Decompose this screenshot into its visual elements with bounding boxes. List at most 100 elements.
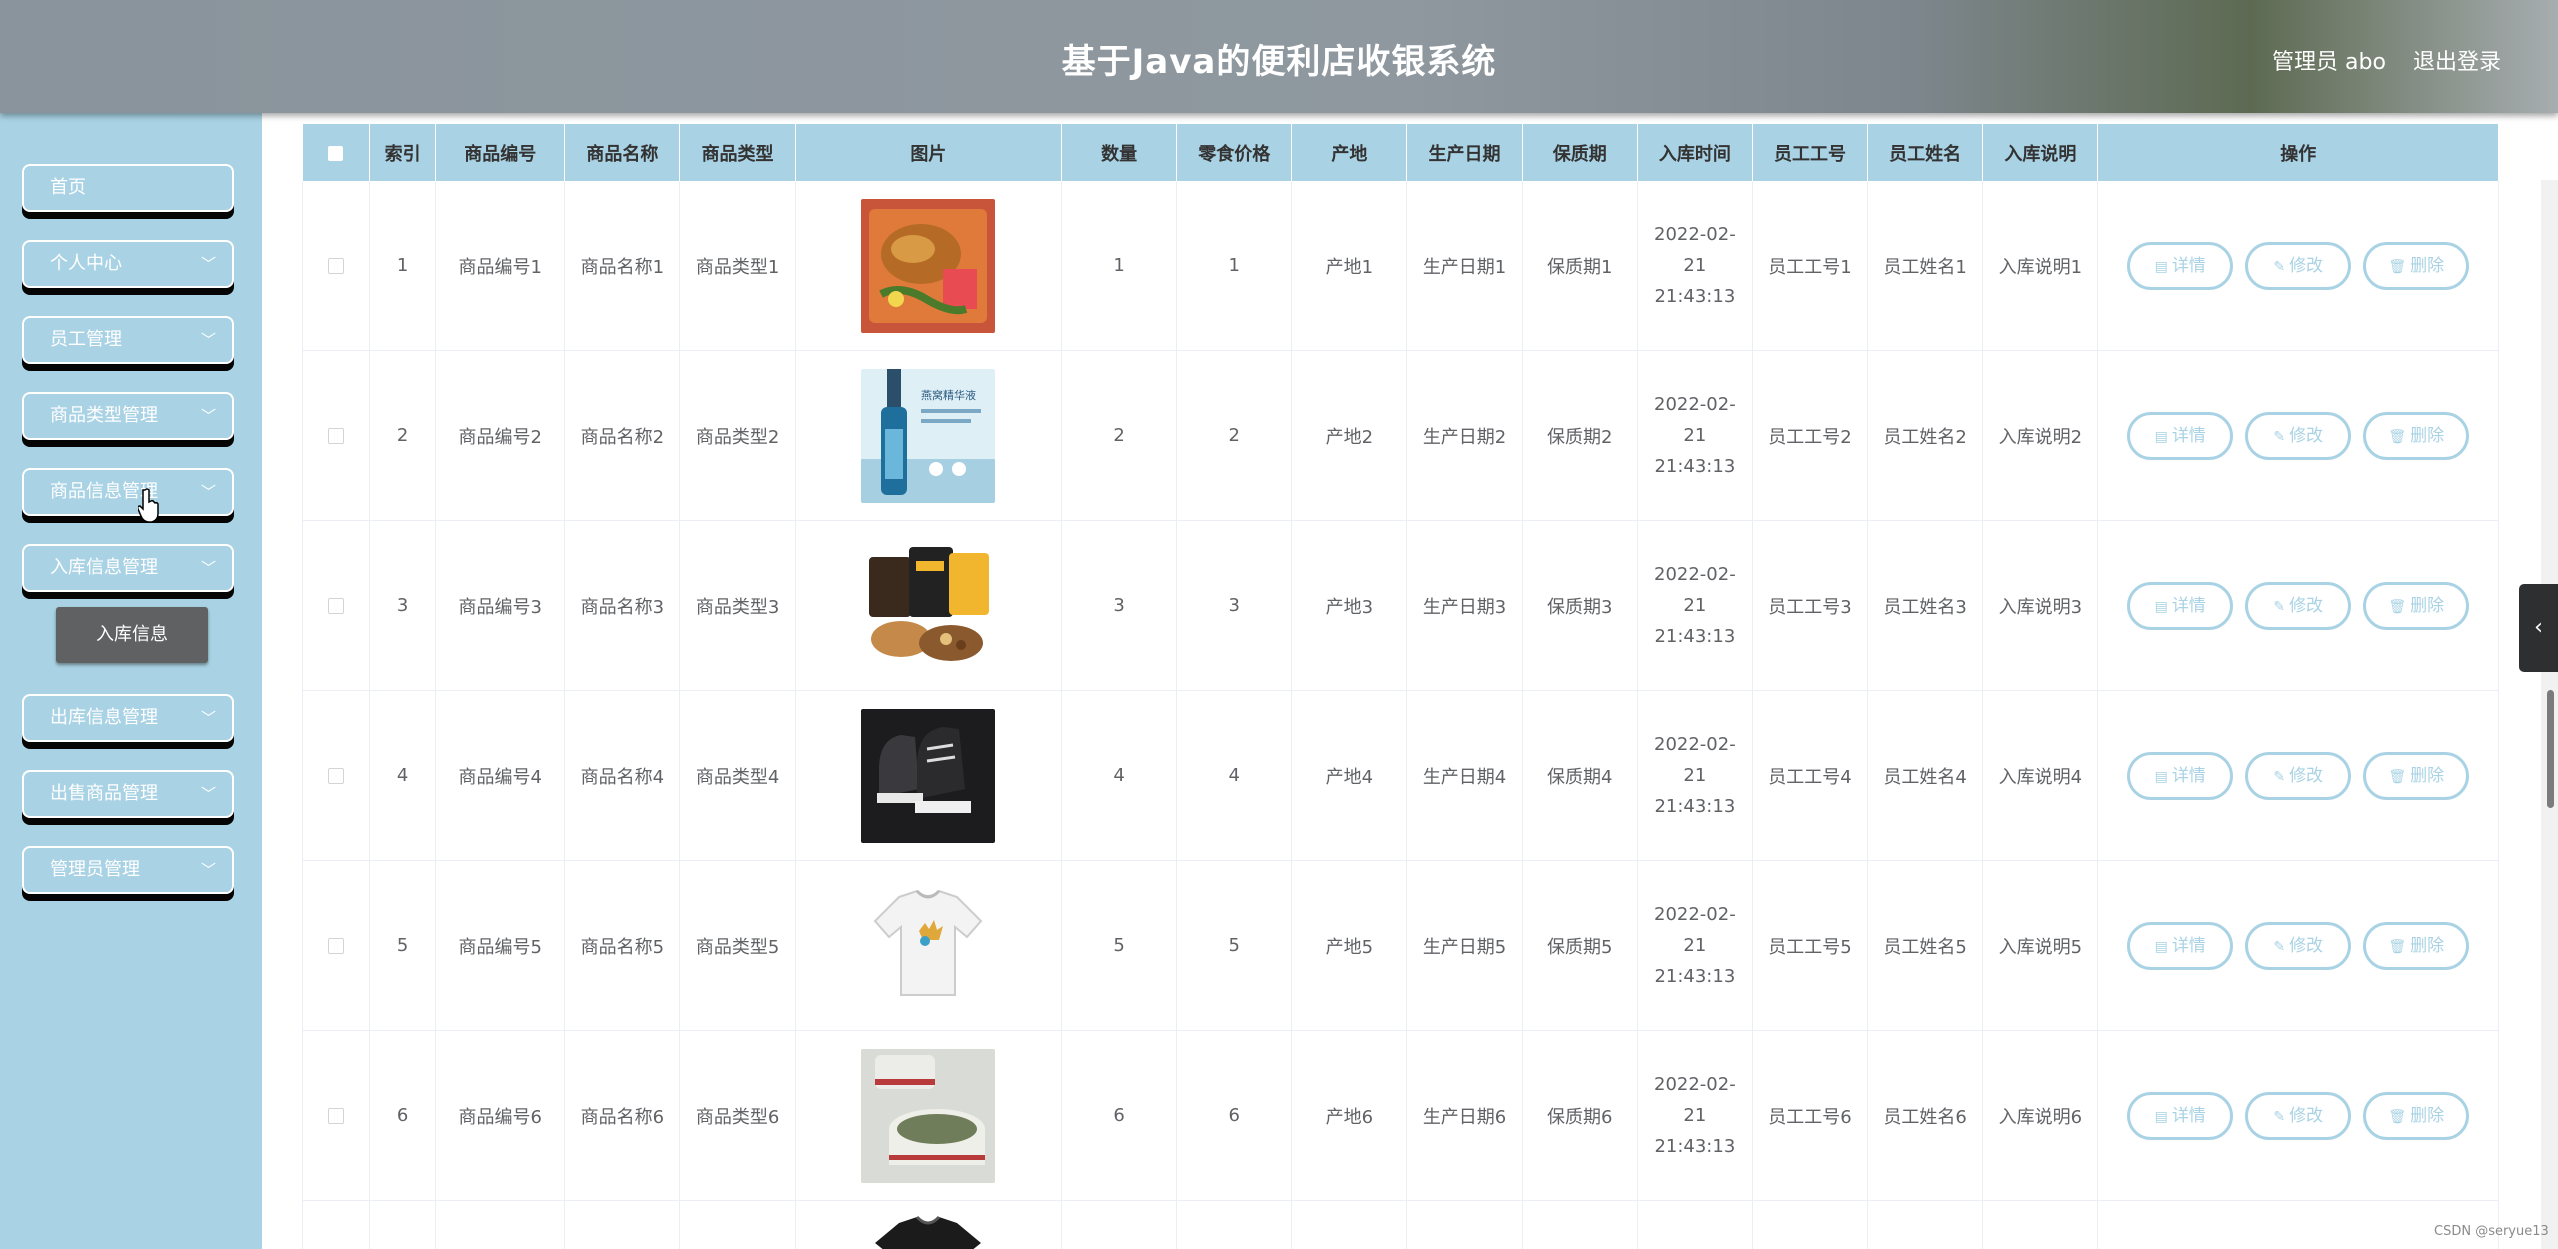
row-select-cell[interactable] bbox=[302, 350, 371, 521]
sidebar-item-stock-out[interactable]: 出库信息管理 ﹀ bbox=[22, 694, 234, 742]
cell-note: 入库说明6 bbox=[1982, 1030, 2099, 1201]
row-select-cell[interactable] bbox=[302, 181, 371, 351]
sidebar-item-label: 入库信息管理 bbox=[50, 557, 158, 578]
cell-prod_date: 生产日期1 bbox=[1406, 181, 1523, 351]
sidebar-item-home[interactable]: 首页 bbox=[22, 164, 234, 212]
detail-button[interactable]: ▤ 详情 bbox=[2127, 241, 2234, 290]
cell-name: 商品名称5 bbox=[564, 860, 681, 1031]
cell-code: 商品编号1 bbox=[435, 181, 566, 351]
chevron-down-icon: ﹀ bbox=[200, 407, 216, 425]
cell-type: 商品类型1 bbox=[679, 181, 796, 351]
chevron-down-icon: ﹀ bbox=[200, 861, 216, 879]
cell-shelf: 保质期4 bbox=[1522, 690, 1638, 861]
sidebar-item-sales[interactable]: 出售商品管理 ﹀ bbox=[22, 770, 234, 818]
cell-emp_no: 员工工号1 bbox=[1752, 181, 1869, 351]
cell-time: 2022-02-21 21:43:13 bbox=[1637, 520, 1753, 691]
delete-button[interactable]: 🗑 删除 bbox=[2363, 751, 2470, 800]
delete-button[interactable]: 🗑 删除 bbox=[2363, 1091, 2470, 1140]
cell-type: 商品类型3 bbox=[679, 520, 796, 691]
delete-button[interactable]: 🗑 删除 bbox=[2363, 581, 2470, 630]
row-select-cell[interactable] bbox=[302, 520, 371, 691]
trash-icon: 🗑 bbox=[2388, 938, 2407, 955]
row-select-cell[interactable] bbox=[302, 690, 371, 861]
cell-time: 2022-02-21 21:43:13 bbox=[1637, 350, 1753, 521]
table-cell bbox=[302, 1200, 371, 1249]
stock-in-time: 2022-02-21 21:43:13 bbox=[1654, 394, 1736, 477]
cell-image: 燕窝精华液 bbox=[795, 350, 1063, 521]
cell-index: 1 bbox=[369, 181, 437, 351]
detail-button[interactable]: ▤ 详情 bbox=[2127, 921, 2234, 970]
cell-image bbox=[795, 690, 1063, 861]
edit-button[interactable]: ✎ 修改 bbox=[2245, 921, 2352, 970]
collapse-tab[interactable]: ‹ bbox=[2519, 584, 2558, 672]
edit-label: 修改 bbox=[2289, 595, 2324, 616]
detail-button[interactable]: ▤ 详情 bbox=[2127, 751, 2234, 800]
stock-in-time: 2022-02-21 21:43:13 bbox=[1654, 564, 1736, 647]
trash-icon: 🗑 bbox=[2388, 768, 2407, 785]
chevron-down-icon: ﹀ bbox=[200, 709, 216, 727]
cell-type: 商品类型6 bbox=[679, 1030, 796, 1201]
stock-in-time: 2022-02-21 21:43:13 bbox=[1654, 224, 1736, 307]
cell-origin: 产地2 bbox=[1291, 350, 1408, 521]
app-title: 基于Java的便利店收银系统 bbox=[1061, 42, 1497, 82]
row-select-cell[interactable] bbox=[302, 1030, 371, 1201]
select-all-checkbox[interactable] bbox=[328, 145, 344, 161]
scrollbar-thumb[interactable] bbox=[2547, 690, 2554, 808]
detail-button[interactable]: ▤ 详情 bbox=[2127, 411, 2234, 460]
row-checkbox[interactable] bbox=[328, 768, 345, 784]
detail-button[interactable]: ▤ 详情 bbox=[2127, 1091, 2234, 1140]
edit-button[interactable]: ✎ 修改 bbox=[2245, 751, 2352, 800]
logout-link[interactable]: 退出登录 bbox=[2413, 44, 2501, 76]
cell-prod_date: 生产日期2 bbox=[1406, 350, 1523, 521]
row-checkbox[interactable] bbox=[328, 598, 345, 614]
cell-code: 商品编号6 bbox=[435, 1030, 566, 1201]
edit-label: 修改 bbox=[2289, 765, 2324, 786]
cell-actions: ▤ 详情 ✎ 修改 🗑 删除 bbox=[2097, 1030, 2499, 1201]
sidebar-item-products[interactable]: 商品信息管理 ﹀ bbox=[22, 468, 234, 516]
edit-button[interactable]: ✎ 修改 bbox=[2245, 1091, 2352, 1140]
sidebar-item-admins[interactable]: 管理员管理 ﹀ bbox=[22, 846, 234, 894]
table-row: 1 商品编号1 商品名称1 商品类型1 1 1 产地1 生产日期1 保质期1 2022-02-21… bbox=[302, 181, 2499, 351]
submenu-stock-in-info[interactable]: 入库信息 bbox=[56, 607, 208, 663]
delete-label: 删除 bbox=[2410, 765, 2445, 786]
select-all-header[interactable] bbox=[302, 124, 371, 181]
cell-price: 6 bbox=[1176, 1030, 1293, 1201]
table-cell bbox=[1982, 1200, 2099, 1249]
sidebar-item-label: 员工管理 bbox=[50, 329, 122, 350]
cell-image bbox=[795, 520, 1063, 691]
sidebar-item-label: 首页 bbox=[50, 177, 86, 198]
cell-name: 商品名称6 bbox=[564, 1030, 681, 1201]
column-header: 数量 bbox=[1061, 124, 1178, 181]
delete-button[interactable]: 🗑 删除 bbox=[2363, 241, 2470, 290]
sidebar-item-stock-in[interactable]: 入库信息管理 ﹀ bbox=[22, 544, 234, 592]
cell-actions: ▤ 详情 ✎ 修改 🗑 删除 bbox=[2097, 520, 2499, 691]
cell-shelf: 保质期3 bbox=[1522, 520, 1638, 691]
document-icon: ▤ bbox=[2154, 1108, 2168, 1125]
cell-note: 入库说明1 bbox=[1982, 181, 2099, 351]
edit-button[interactable]: ✎ 修改 bbox=[2245, 581, 2352, 630]
edit-button[interactable]: ✎ 修改 bbox=[2245, 411, 2352, 460]
row-checkbox[interactable] bbox=[328, 428, 345, 444]
edit-button[interactable]: ✎ 修改 bbox=[2245, 241, 2352, 290]
delete-button[interactable]: 🗑 删除 bbox=[2363, 411, 2470, 460]
delete-button[interactable]: 🗑 删除 bbox=[2363, 921, 2470, 970]
sidebar-item-staff[interactable]: 员工管理 ﹀ bbox=[22, 316, 234, 364]
cell-name: 商品名称1 bbox=[564, 181, 681, 351]
svg-text:燕窝精华液: 燕窝精华液 bbox=[921, 388, 976, 402]
document-icon: ▤ bbox=[2154, 598, 2168, 615]
sneakers-image bbox=[861, 708, 996, 843]
row-checkbox[interactable] bbox=[328, 938, 345, 954]
table-row-partial bbox=[302, 1200, 2499, 1249]
cell-price: 4 bbox=[1176, 690, 1293, 861]
cell-price: 2 bbox=[1176, 350, 1293, 521]
detail-button[interactable]: ▤ 详情 bbox=[2127, 581, 2234, 630]
row-checkbox[interactable] bbox=[328, 258, 345, 274]
row-checkbox[interactable] bbox=[328, 1108, 345, 1124]
table-cell bbox=[1867, 1200, 1984, 1249]
sidebar-item-profile[interactable]: 个人中心 ﹀ bbox=[22, 240, 234, 288]
cell-emp_name: 员工姓名3 bbox=[1867, 520, 1984, 691]
sidebar-item-product-types[interactable]: 商品类型管理 ﹀ bbox=[22, 392, 234, 440]
cell-emp_name: 员工姓名2 bbox=[1867, 350, 1984, 521]
row-select-cell[interactable] bbox=[302, 860, 371, 1031]
cell-image bbox=[795, 1200, 1063, 1249]
